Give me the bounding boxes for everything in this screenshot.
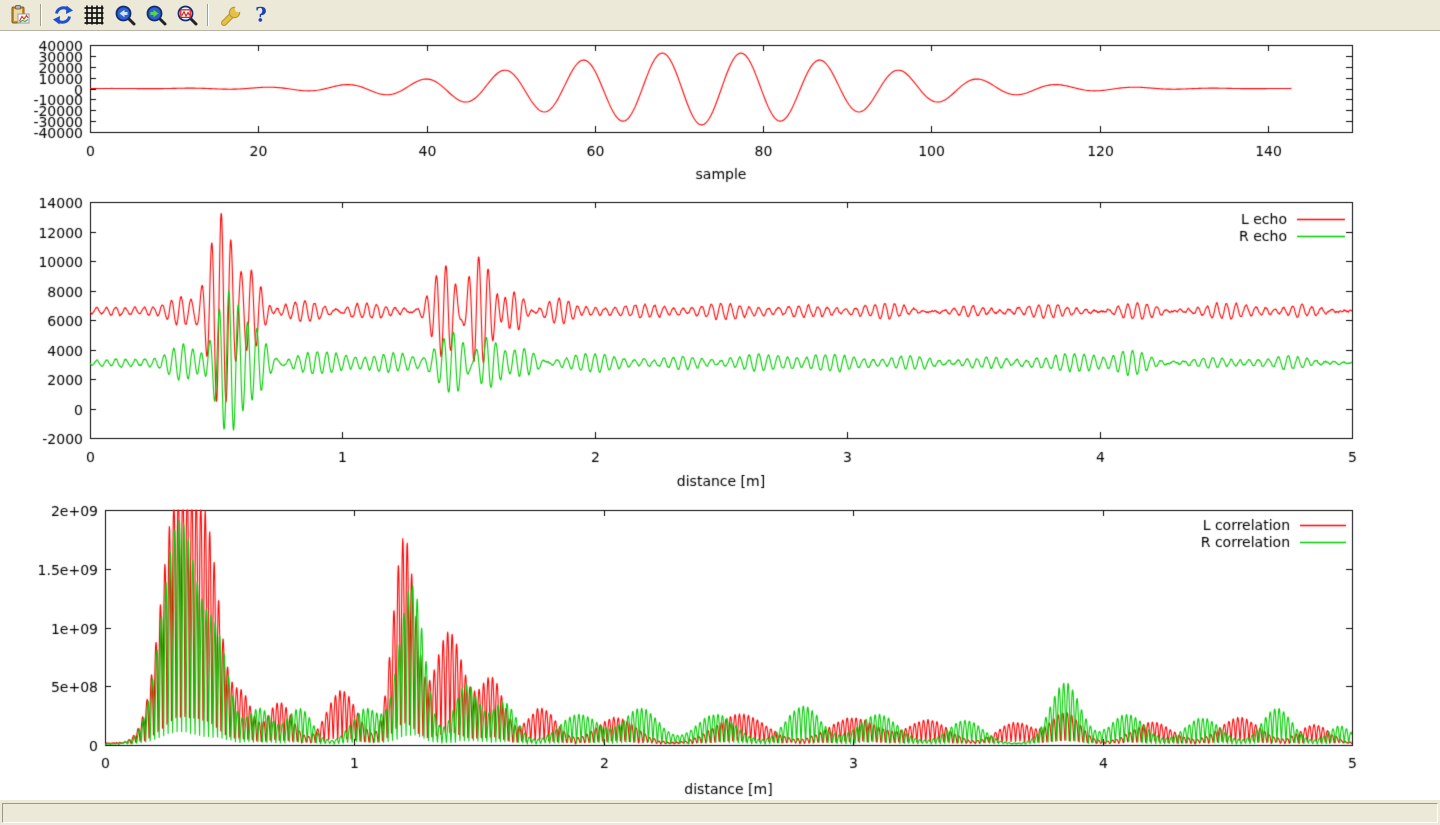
autoscale-icon bbox=[176, 4, 198, 26]
status-bar-panel bbox=[2, 803, 1438, 823]
grid-toggle-button[interactable] bbox=[80, 2, 107, 28]
refresh-button[interactable] bbox=[49, 2, 76, 28]
zoom-next-icon bbox=[145, 4, 167, 26]
zoom-previous-icon bbox=[114, 4, 136, 26]
wrench-icon bbox=[219, 4, 241, 26]
refresh-icon bbox=[52, 4, 74, 26]
excitation-plot bbox=[0, 31, 1440, 186]
clipboard-chart-icon bbox=[9, 4, 31, 26]
grid-icon bbox=[83, 4, 105, 26]
correlation-plot bbox=[0, 496, 1440, 800]
copy-to-clipboard-button[interactable] bbox=[6, 2, 33, 28]
zoom-previous-button[interactable] bbox=[111, 2, 138, 28]
configure-button[interactable] bbox=[216, 2, 243, 28]
plot-area bbox=[0, 31, 1440, 800]
status-bar bbox=[0, 800, 1440, 825]
toolbar-separator bbox=[207, 4, 209, 26]
toolbar-separator bbox=[40, 4, 42, 26]
autoscale-button[interactable] bbox=[173, 2, 200, 28]
help-button[interactable]: ? bbox=[247, 2, 274, 28]
echo-plot bbox=[0, 186, 1440, 496]
zoom-next-button[interactable] bbox=[142, 2, 169, 28]
toolbar: ? bbox=[0, 0, 1440, 31]
help-icon: ? bbox=[250, 4, 272, 26]
svg-text:?: ? bbox=[255, 4, 267, 26]
